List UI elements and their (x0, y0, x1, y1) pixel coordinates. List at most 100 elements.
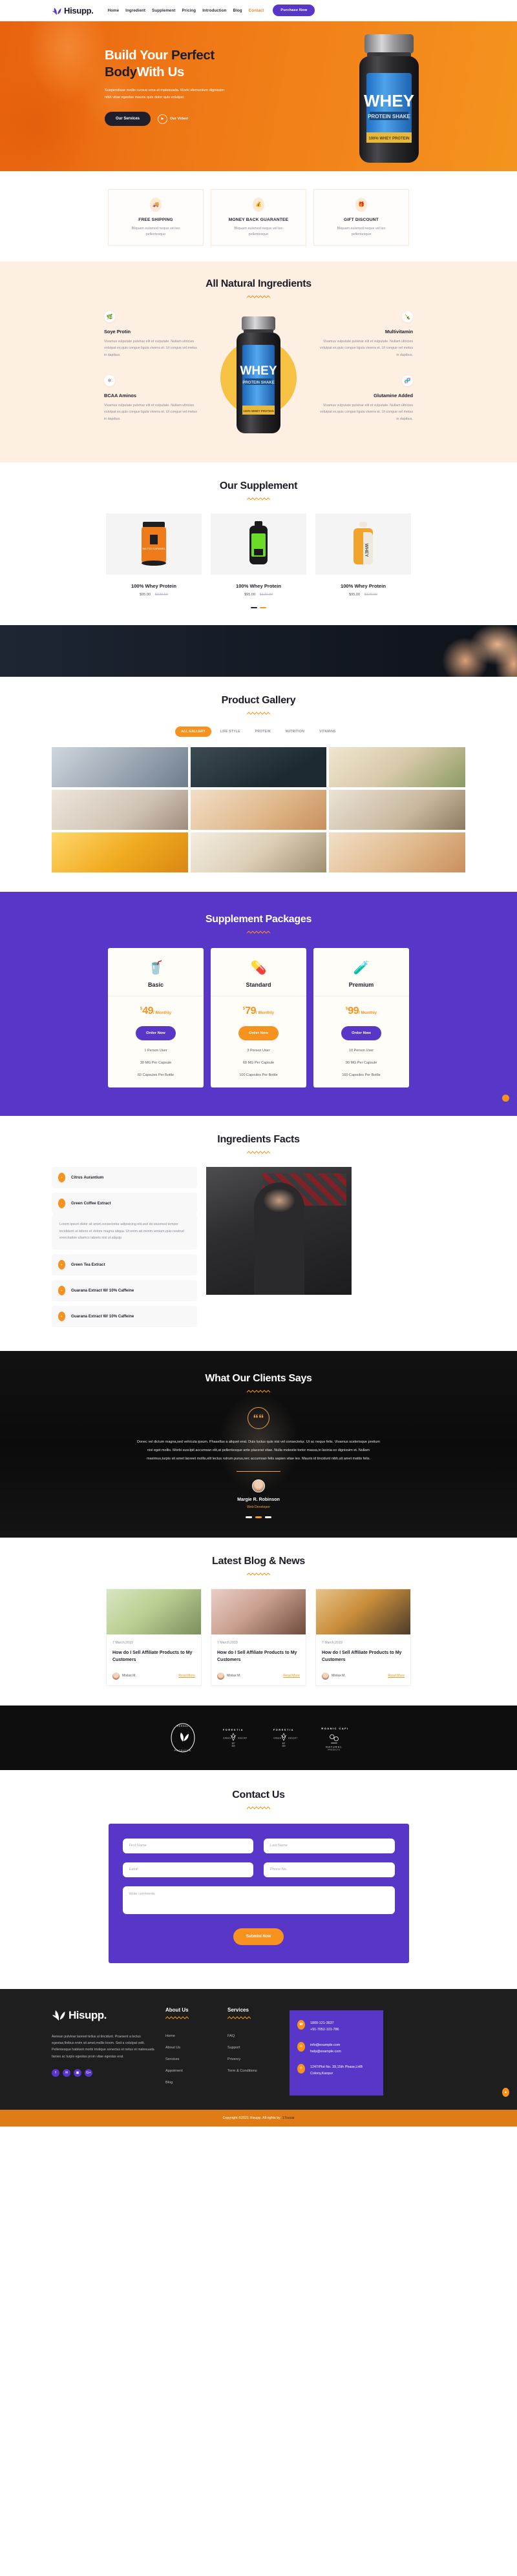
email-line-2: help@example.com (310, 2049, 341, 2054)
section-title: Latest Blog & News (212, 1555, 305, 1567)
blog-card[interactable]: 7 March,2019 How do I Sell Affiliate Pro… (106, 1588, 202, 1686)
google-plus-icon[interactable]: G+ (85, 2069, 92, 2077)
accordion-item-guarana-extract-1[interactable]: + Guarana Extract W/ 10% Caffeine (52, 1280, 197, 1302)
accordion-item-green-tea-extract[interactable]: + Green Tea Extract (52, 1254, 197, 1276)
gallery-item[interactable] (329, 747, 465, 788)
svg-text:EST: EST (232, 1743, 235, 1744)
ingredients-product-image: WHEY PROTEIN SHAKE 100% WHEY PROTEIN (200, 311, 317, 439)
footer-link-home[interactable]: Home (165, 2034, 217, 2038)
ingredient-desc: Vivamus vulputate pulvinar elit et vulpu… (320, 340, 413, 357)
product-name: 100% Whey Protein (131, 582, 177, 589)
read-more-link[interactable]: Read More (283, 1674, 300, 1678)
blog-card[interactable]: 7 March,2019 How do I Sell Affiliate Pro… (211, 1588, 306, 1686)
accordion-item-guarana-extract-2[interactable]: + Guarana Extract W/ 10% Caffeine (52, 1306, 197, 1328)
carousel-dot[interactable] (265, 1516, 271, 1518)
gallery-filter-protein[interactable]: PROTEIN (249, 726, 277, 737)
purchase-now-button[interactable]: Purchase Now (273, 5, 315, 16)
footer-link-faq[interactable]: FAQ (227, 2034, 279, 2038)
gallery-item[interactable] (52, 790, 188, 830)
instagram-icon[interactable]: ▣ (74, 2069, 81, 2077)
footer-link-privercy[interactable]: Privercy (227, 2057, 279, 2061)
comments-textarea[interactable] (122, 1886, 395, 1914)
footer-link-terms[interactable]: Term & Conditions (227, 2069, 279, 2073)
svg-text:GREEN: GREEN (223, 1737, 231, 1739)
our-services-button[interactable]: Our Services (105, 112, 151, 127)
nav-item-home[interactable]: Home (108, 8, 120, 13)
gallery-item[interactable] (190, 790, 327, 830)
video-label: Our Video! (170, 117, 189, 121)
site-logo[interactable]: Hisupp. (52, 5, 94, 15)
gallery-item[interactable] (329, 790, 465, 830)
section-title: Ingredients Facts (217, 1134, 300, 1146)
product-card[interactable]: WHEY 100% Whey Protein $95.00 $120.00 (315, 513, 411, 597)
twitter-icon[interactable]: ✉ (63, 2069, 70, 2077)
facebook-icon[interactable]: f (52, 2069, 59, 2077)
ingredient-item-glutamine-added: 🧬 Glutamine Added Vivamus vulputate pulv… (317, 375, 413, 422)
ingredient-item-bcaa-aminos: ⚛ BCAA Aminos Vivamus vulputate pulvinar… (104, 375, 200, 422)
footer-link-services[interactable]: Services (165, 2057, 217, 2061)
footer-link-blog[interactable]: Blog (165, 2081, 217, 2085)
footer-logo-text: Hisupp. (69, 2009, 107, 2022)
nav-item-introduction[interactable]: Introduction (202, 8, 226, 13)
brand-logo-herbal-house: HERBAL PRODUCTS (169, 1720, 196, 1756)
blog-card[interactable]: 7 March,2019 How do I Sell Affiliate Pro… (315, 1588, 411, 1686)
author-name: Mixlax M. (122, 1674, 136, 1678)
read-more-link[interactable]: Read More (388, 1674, 405, 1678)
carousel-dot-active[interactable] (255, 1516, 262, 1518)
refund-icon: 💰 (253, 197, 264, 212)
nav-item-supplement[interactable]: Supplement (152, 8, 175, 13)
molecule-icon: ⚛ (104, 375, 115, 386)
dna-icon: 🧬 (402, 375, 413, 386)
read-more-link[interactable]: Read More (178, 1674, 195, 1678)
footer-link-appoiment[interactable]: Appoiment (165, 2069, 217, 2073)
leaf-logo-icon (52, 5, 62, 15)
svg-text:PRODUCTS: PRODUCTS (174, 1749, 191, 1752)
gallery-filter-vitamins[interactable]: VITAMINS (313, 726, 342, 737)
carousel-dot[interactable] (251, 606, 257, 609)
nav-item-ingredient[interactable]: Ingredient (125, 8, 145, 13)
gallery-filter-lifestyle[interactable]: LIFE STYLE (215, 726, 246, 737)
order-now-button[interactable]: Order Now (136, 1026, 176, 1041)
gallery-item[interactable] (52, 832, 188, 873)
email-input[interactable] (122, 1862, 253, 1877)
ingredient-name: Soye Protin (104, 329, 131, 335)
phone-input[interactable] (264, 1862, 395, 1877)
svg-text:2019: 2019 (231, 1746, 235, 1747)
gallery-filter-all[interactable]: ALL GALLERY (175, 726, 211, 737)
carousel-dot-active[interactable] (260, 606, 266, 609)
footer-link-about-us[interactable]: About Us (165, 2046, 217, 2050)
submit-button[interactable]: Submint Now (233, 1928, 284, 1945)
accordion-item-green-coffee-extract[interactable]: − Green Coffee Extract (52, 1193, 197, 1215)
nav-item-blog[interactable]: Blog (233, 8, 242, 13)
gallery-filter-nutrition[interactable]: NUTRITION (280, 726, 310, 737)
accordion-item-citrus-aurantium[interactable]: + Citrus Aurantium (52, 1167, 197, 1189)
scroll-to-top-button[interactable]: ▲ (502, 2087, 509, 2097)
gallery-item[interactable] (190, 832, 327, 873)
first-name-input[interactable] (122, 1838, 253, 1853)
carousel-dot[interactable] (246, 1516, 252, 1518)
price-period: / Monthly (359, 1011, 377, 1016)
gallery-item[interactable] (190, 747, 327, 788)
svg-text:EST: EST (282, 1743, 286, 1744)
blog-image (107, 1589, 201, 1634)
gallery-item[interactable] (329, 832, 465, 873)
product-card[interactable]: 100% Whey Protein $95.00 $120.00 (211, 513, 306, 597)
section-title: Product Gallery (221, 695, 296, 706)
footer-link-support[interactable]: Support (227, 2046, 279, 2050)
main-nav: Home Ingredient Supplement Pricing Intro… (108, 8, 264, 13)
leaf-logo-icon (52, 2007, 66, 2025)
footer-column-about: About Us Home About Us Services Appoimen… (165, 2007, 217, 2096)
our-video-link[interactable]: ▶ Our Video! (158, 114, 189, 124)
order-now-button[interactable]: Order Now (341, 1026, 381, 1041)
plan-feature: 30 MG Per Capsule (140, 1061, 172, 1066)
price-old: $120.00 (364, 592, 377, 597)
blog-author: Mixlax M. (112, 1672, 136, 1680)
product-card[interactable]: SALTED CARAMEL 100% Whey Protein $95.00 … (106, 513, 202, 597)
order-now-button[interactable]: Order Now (238, 1026, 279, 1041)
nav-item-pricing[interactable]: Pricing (182, 8, 196, 13)
last-name-input[interactable] (264, 1838, 395, 1853)
footer-logo[interactable]: Hisupp. (52, 2007, 155, 2025)
copyright-link[interactable]: 17sucai (282, 2116, 295, 2120)
nav-item-contact[interactable]: Contact (249, 8, 264, 13)
gallery-item[interactable] (52, 747, 188, 788)
